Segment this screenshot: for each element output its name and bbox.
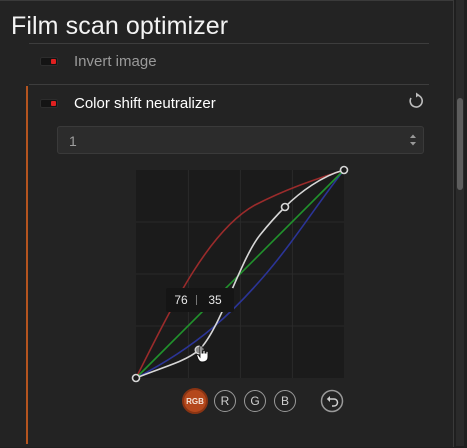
curve-node — [339, 165, 349, 175]
module-active-bar — [26, 86, 28, 444]
channel-b-button[interactable]: B — [274, 390, 296, 412]
channel-r-button[interactable]: R — [214, 390, 236, 412]
curve-plot[interactable] — [126, 160, 354, 388]
divider — [29, 84, 429, 85]
scrollbar-thumb[interactable] — [457, 98, 463, 190]
invert-image-toggle[interactable] — [40, 56, 58, 66]
channel-rgb-button[interactable]: RGB — [182, 388, 208, 414]
reset-icon[interactable] — [407, 92, 425, 110]
color-shift-label: Color shift neutralizer — [74, 94, 216, 112]
curve-tooltip: 76 35 — [166, 288, 234, 312]
tooltip-output-value: 35 — [208, 293, 222, 307]
preset-select-value: 1 — [69, 133, 77, 149]
invert-image-label: Invert image — [74, 52, 157, 70]
scrollbar-track[interactable] — [456, 0, 464, 446]
hand-pointer-icon — [196, 345, 209, 363]
channel-g-button[interactable]: G — [244, 390, 266, 412]
tooltip-input-value: 76 — [174, 293, 188, 307]
preset-select[interactable]: 1 — [57, 126, 424, 154]
color-shift-toggle[interactable] — [40, 98, 58, 108]
divider — [29, 43, 429, 44]
curve-node — [280, 202, 290, 212]
module-invert-image[interactable]: Invert image — [40, 52, 157, 70]
updown-arrows-icon — [410, 134, 416, 146]
curve-node — [131, 373, 141, 383]
module-color-shift[interactable]: Color shift neutralizer — [40, 94, 216, 112]
undo-icon[interactable] — [320, 389, 344, 413]
panel-title: Film scan optimizer — [11, 12, 229, 40]
